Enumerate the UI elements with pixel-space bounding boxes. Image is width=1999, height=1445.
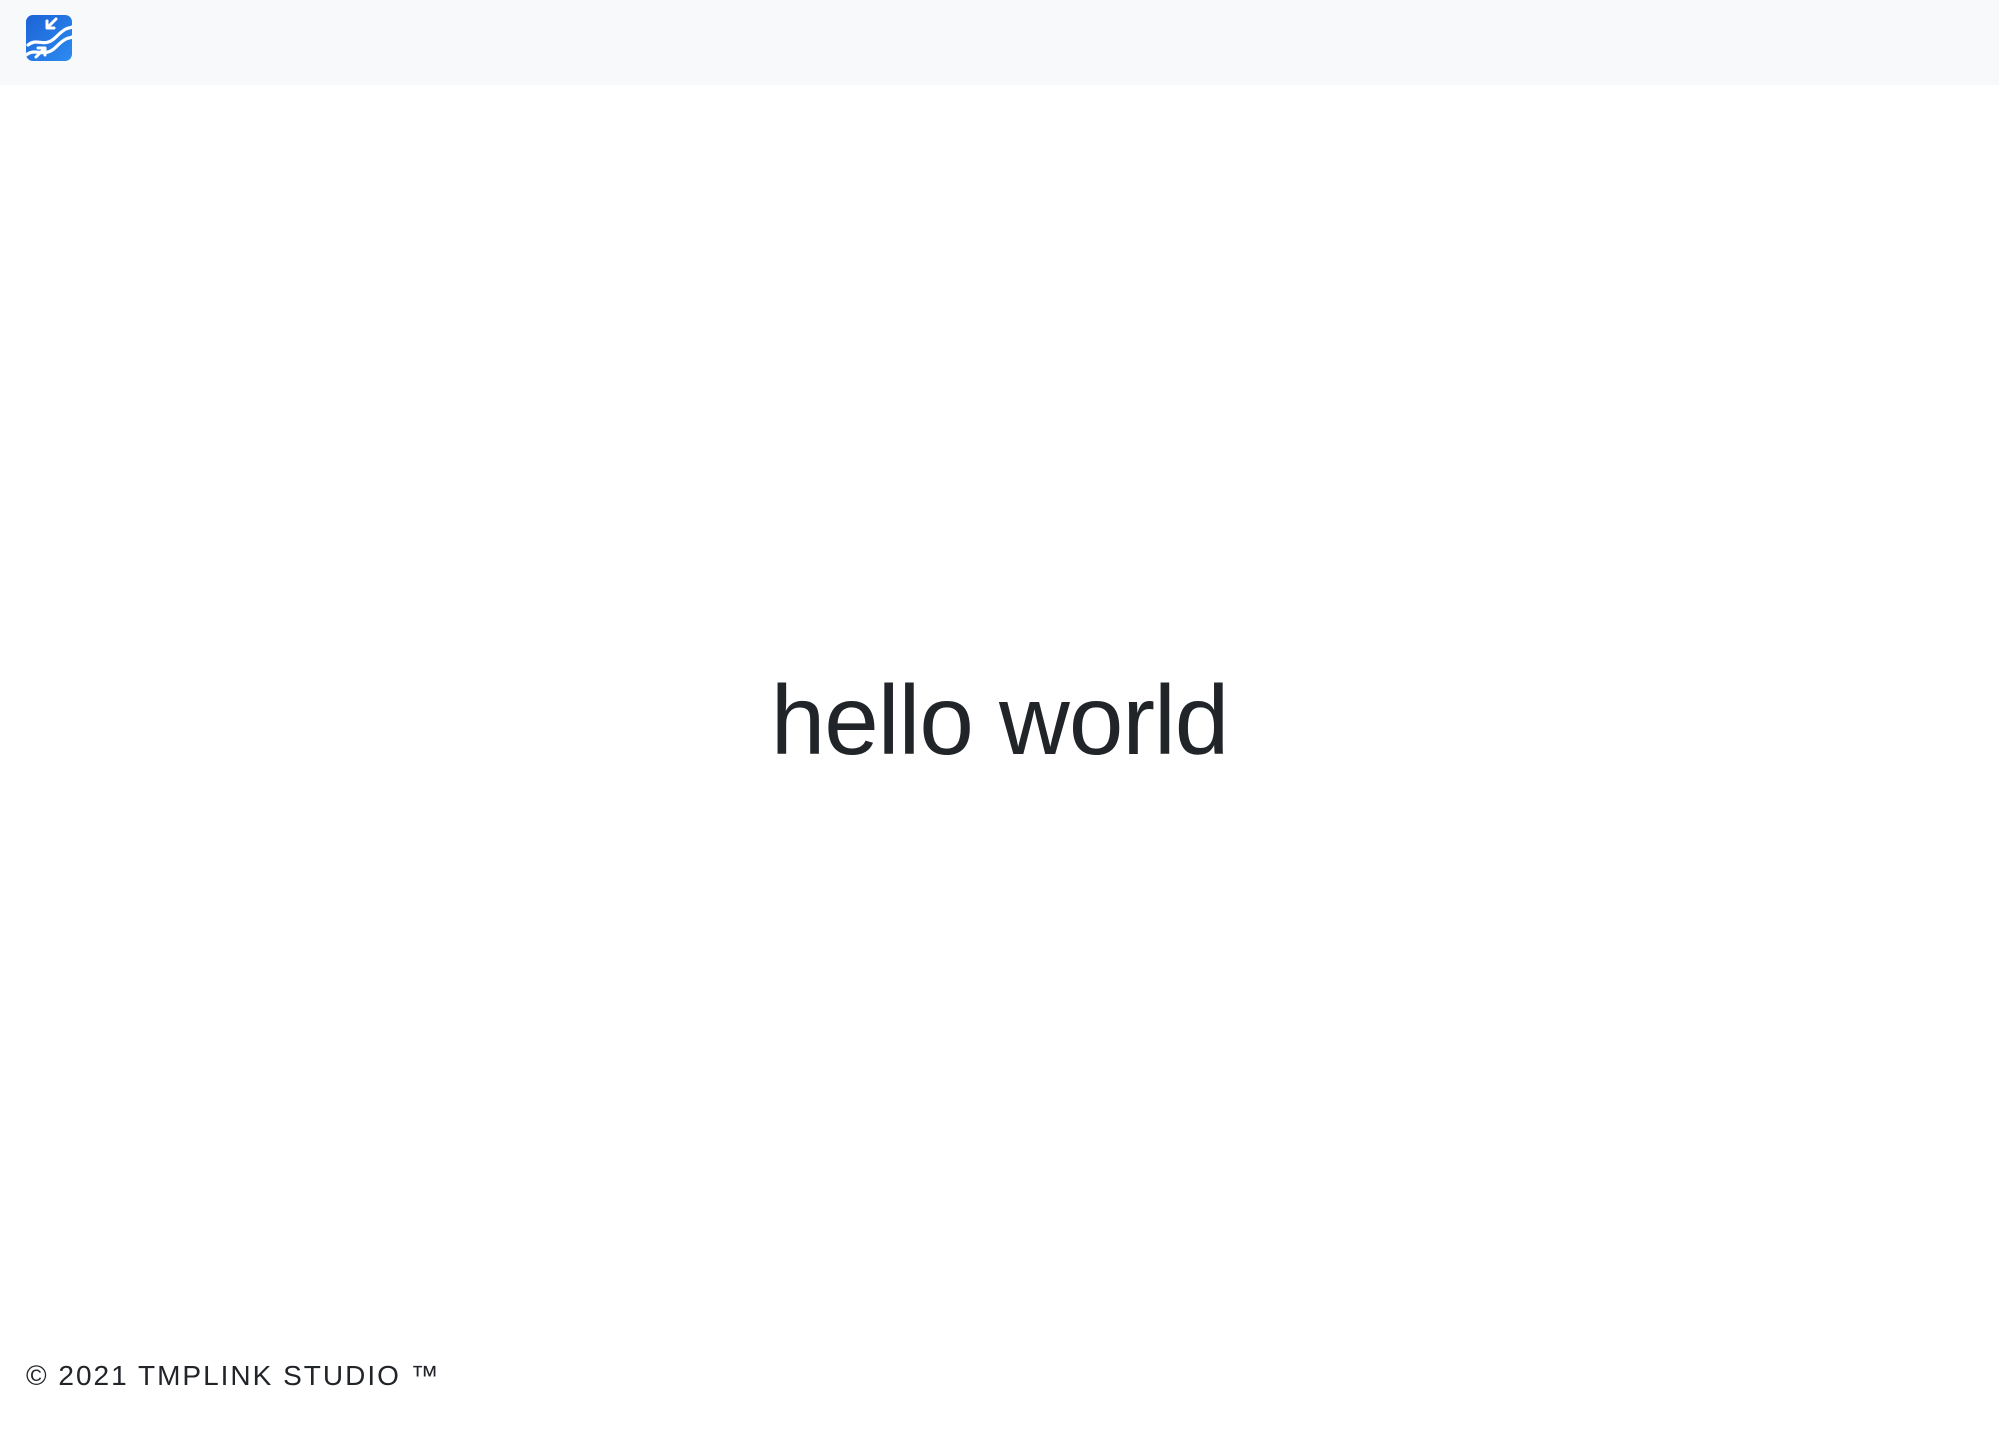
tmplink-logo-icon[interactable]	[26, 15, 72, 61]
hero-section: hello world	[0, 660, 1999, 780]
copyright-text: © 2021 TMPLINK STUDIO ™	[26, 1360, 441, 1391]
hero-heading: hello world	[770, 665, 1229, 775]
top-navbar	[0, 0, 1999, 85]
logo-graphic	[26, 17, 72, 59]
